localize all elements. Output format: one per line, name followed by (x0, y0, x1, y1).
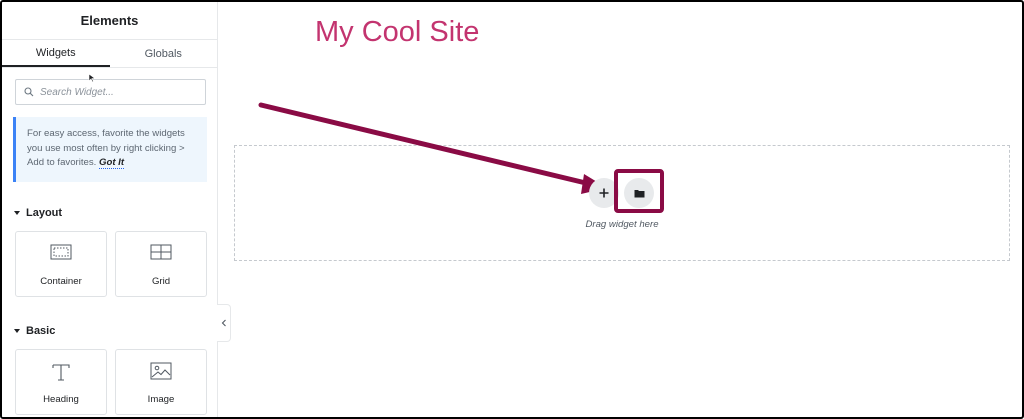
drag-widget-hint: Drag widget here (585, 219, 659, 230)
plus-icon (599, 188, 609, 198)
folder-icon (634, 189, 644, 197)
annotation-arrow-icon (258, 102, 607, 194)
editor-window: Elements Widgets Globals For easy access… (0, 0, 1024, 419)
add-template-button[interactable] (624, 178, 654, 208)
